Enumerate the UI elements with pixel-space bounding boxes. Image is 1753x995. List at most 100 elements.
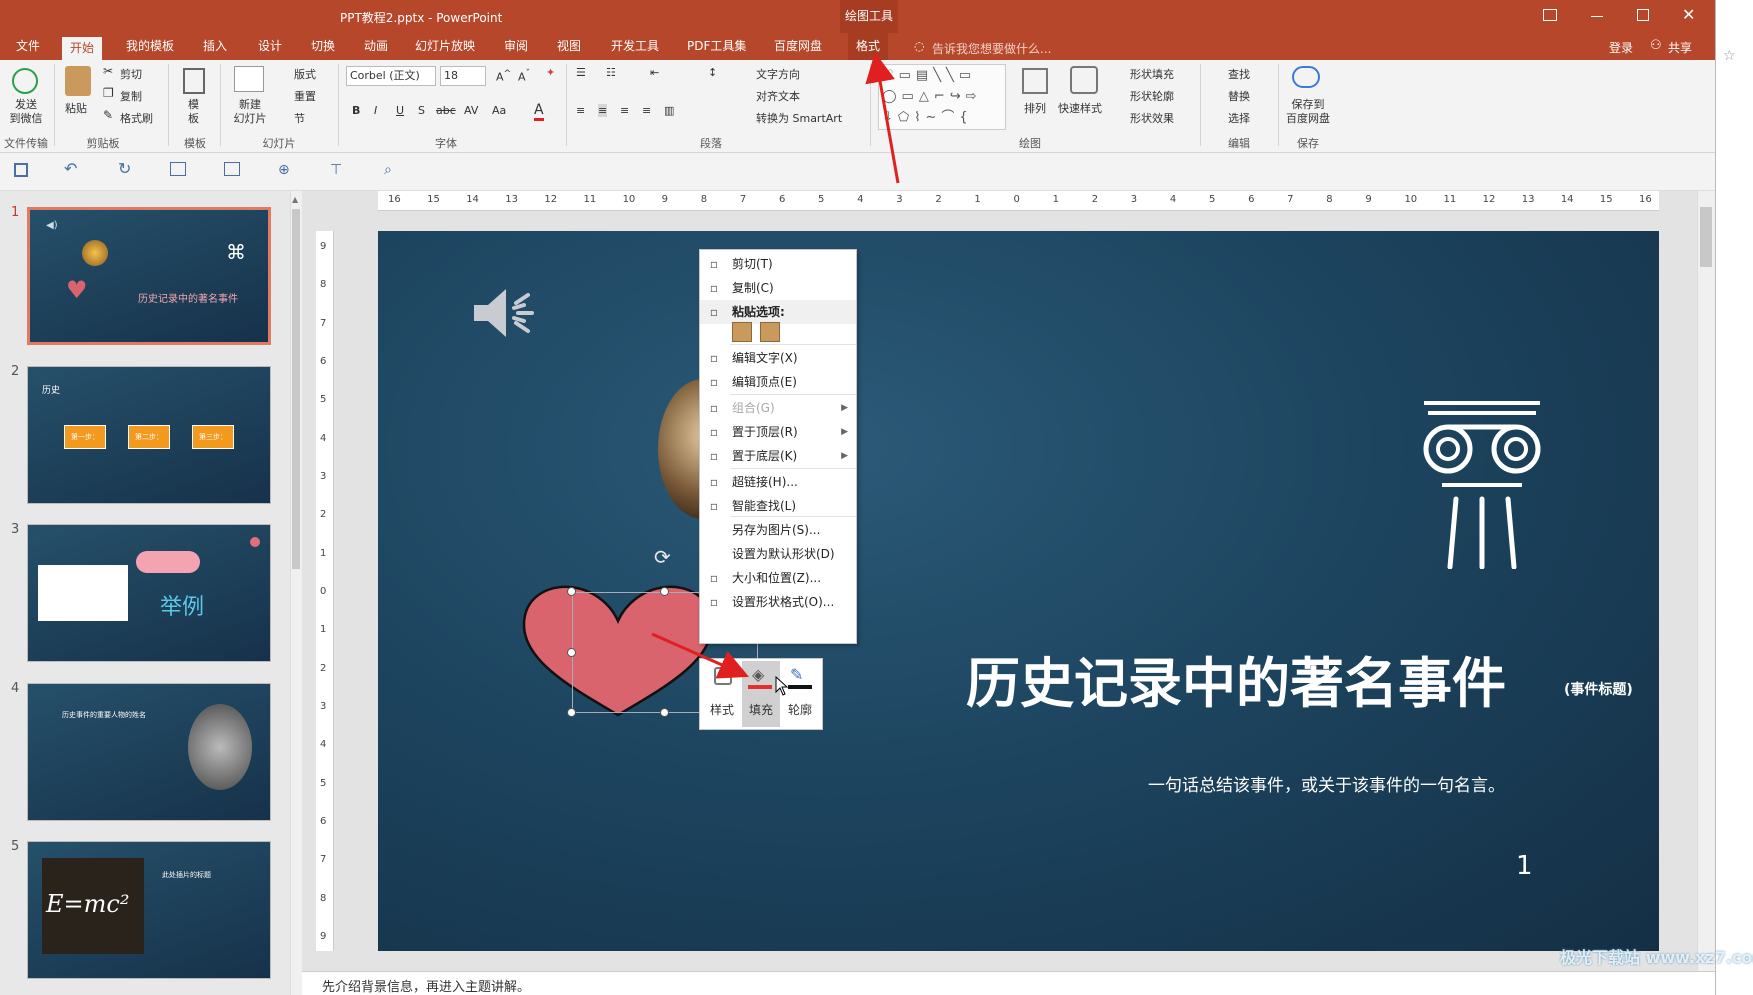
paste-keep-format-icon[interactable]	[732, 322, 752, 342]
find-button[interactable]: 查找	[1228, 66, 1250, 82]
start-show-icon[interactable]: ⊤	[330, 162, 342, 178]
align-left-icon[interactable]: ≡	[576, 104, 585, 117]
strikethrough-icon[interactable]: abc	[436, 104, 456, 117]
align-center-icon[interactable]: ≡	[598, 104, 608, 117]
char-spacing-icon[interactable]: AV	[464, 104, 478, 117]
shapes-gallery[interactable]: ♡▭▤╲╲▭ ◯▭△⌐↪⇨ ⇩⬠⌇∼⌒{	[878, 64, 1006, 130]
maximize-icon[interactable]	[1637, 9, 1649, 21]
cut-button[interactable]: 剪切	[120, 66, 142, 82]
format-painter-button[interactable]: 格式刷	[120, 110, 153, 126]
replace-button[interactable]: 替换	[1228, 88, 1250, 104]
slide-thumbnail-4[interactable]: 历史事件的重要人物的姓名	[27, 683, 271, 821]
resize-handle[interactable]	[567, 648, 576, 657]
indent-icon[interactable]: ⇤	[650, 66, 659, 79]
slide-sorter-icon[interactable]	[170, 162, 186, 176]
save-baidu-button[interactable]: 保存到 百度网盘	[1284, 98, 1332, 126]
notes-pane[interactable]: 先介绍背景信息，再进入主题讲解。	[302, 971, 1715, 995]
paste-picture-icon[interactable]	[760, 322, 780, 342]
style-button[interactable]: 样式	[704, 663, 740, 725]
tab-baidu[interactable]: 百度网盘	[766, 33, 830, 60]
justify-icon[interactable]: ≡	[642, 104, 651, 117]
menu-item[interactable]: ▫ 置于顶层(R) ▶	[700, 420, 856, 444]
tell-me-box[interactable]: 告诉我您想要做什么...	[932, 40, 1051, 57]
copy-button[interactable]: 复制	[120, 88, 142, 104]
numbering-icon[interactable]: ☷	[606, 66, 616, 79]
scroll-thumb[interactable]	[1700, 207, 1712, 267]
send-wechat-button[interactable]: 发送 到微信	[4, 98, 48, 126]
tab-format[interactable]: 格式	[848, 33, 889, 60]
arrange-button[interactable]: 排列	[1024, 100, 1046, 116]
shrink-font-icon[interactable]: Aˇ	[518, 68, 530, 84]
rotate-handle-icon[interactable]: ⟳	[654, 545, 671, 569]
speaker-icon[interactable]	[470, 283, 540, 343]
grow-font-icon[interactable]: A^	[496, 68, 511, 84]
italic-icon[interactable]: I	[374, 104, 377, 117]
menu-item[interactable]: ▫ 编辑文字(X)	[700, 346, 856, 370]
signin-link[interactable]: 登录	[1609, 39, 1633, 56]
font-color-icon[interactable]: A	[534, 102, 544, 121]
font-name-select[interactable]: Corbel (正文)	[346, 66, 436, 86]
slide-title[interactable]: 历史记录中的著名事件	[966, 639, 1506, 718]
preview-icon[interactable]: ⌕	[384, 162, 392, 178]
menu-item[interactable]: ▫ 置于底层(K) ▶	[700, 444, 856, 468]
align-right-icon[interactable]: ≡	[620, 104, 629, 117]
change-case-icon[interactable]: Aa	[492, 104, 506, 117]
slide-thumbnail-3[interactable]: 举例	[27, 524, 271, 662]
template-button[interactable]: 模 板	[188, 98, 199, 126]
notes-text[interactable]: 先介绍背景信息，再进入主题讲解。	[322, 976, 530, 995]
tab-animations[interactable]: 动画	[356, 33, 396, 60]
menu-item[interactable]: ▫ 超链接(H)...	[700, 470, 856, 494]
tab-transitions[interactable]: 切换	[303, 33, 343, 60]
slide-canvas[interactable]: ⟳ 历史记录中的著名事件 (事件标题) 一句话总结该事件，或关于该事件的一句名言…	[378, 231, 1659, 951]
presenter-icon[interactable]: ⊕	[278, 162, 290, 178]
slide-thumbnail-1[interactable]: ◀) ♥ ⌘ 历史记录中的著名事件	[27, 207, 271, 345]
text-direction-button[interactable]: 文字方向	[756, 66, 800, 82]
tab-slideshow[interactable]: 幻灯片放映	[407, 33, 483, 60]
align-text-button[interactable]: 对齐文本	[756, 88, 800, 104]
resize-handle[interactable]	[567, 587, 576, 596]
paste-button[interactable]: 粘贴	[65, 100, 87, 116]
quick-styles-button[interactable]: 快速样式	[1058, 100, 1102, 116]
redo-icon[interactable]: ↻	[118, 159, 131, 178]
layout-button[interactable]: 版式	[294, 66, 316, 82]
underline-icon[interactable]: U	[396, 104, 404, 117]
bold-icon[interactable]: B	[352, 104, 360, 117]
menu-item[interactable]: ▫ 大小和位置(Z)...	[700, 566, 856, 590]
menu-item[interactable]: 设置为默认形状(D)	[700, 542, 856, 566]
share-button[interactable]: 共享	[1668, 39, 1692, 56]
clear-format-icon[interactable]: ✦	[546, 66, 555, 79]
menu-item[interactable]: ▫ 复制(C)	[700, 276, 856, 300]
tab-design[interactable]: 设计	[250, 33, 290, 60]
tab-pdf[interactable]: PDF工具集	[679, 33, 754, 60]
text-box-icon[interactable]	[224, 162, 240, 176]
tab-home[interactable]: 开始	[62, 37, 103, 60]
menu-item[interactable]: ▫ 组合(G) ▶	[700, 396, 856, 420]
section-button[interactable]: 节	[294, 110, 305, 126]
resize-handle[interactable]	[660, 587, 669, 596]
save-icon[interactable]	[14, 163, 28, 177]
menu-item[interactable]: ▫ 编辑顶点(E)	[700, 370, 856, 394]
thumb-scrollbar[interactable]	[292, 209, 300, 569]
slide-thumbnail-2[interactable]: 历史 第一步： 第二步： 第三步：	[27, 366, 271, 504]
convert-smartart-button[interactable]: 转换为 SmartArt	[756, 110, 842, 126]
shape-fill-button[interactable]: 形状填充	[1130, 66, 1174, 82]
tab-file[interactable]: 文件	[8, 33, 48, 60]
vertical-scrollbar[interactable]	[1697, 191, 1715, 971]
slide-subtitle[interactable]: 一句话总结该事件，或关于该事件的一句名言。	[1148, 771, 1505, 796]
title-note[interactable]: (事件标题)	[1564, 679, 1633, 699]
menu-item[interactable]: ▫ 粘贴选项:	[700, 300, 856, 324]
menu-item[interactable]: ▫ 设置形状格式(O)...	[700, 590, 856, 614]
resize-handle[interactable]	[660, 708, 669, 717]
select-button[interactable]: 选择	[1228, 110, 1250, 126]
new-slide-button[interactable]: 新建 幻灯片	[228, 98, 272, 126]
close-icon[interactable]: ✕	[1682, 5, 1695, 24]
reset-button[interactable]: 重置	[294, 88, 316, 104]
menu-item[interactable]: ▫ 剪切(T)	[700, 252, 856, 276]
line-spacing-icon[interactable]: ↕	[708, 66, 717, 79]
resize-handle[interactable]	[567, 708, 576, 717]
slide-thumbnail-5[interactable]: E=mc² 此处插片的标题	[27, 841, 271, 979]
undo-icon[interactable]: ↶	[64, 159, 77, 178]
minimize-icon[interactable]	[1591, 16, 1603, 17]
font-size-select[interactable]: 18	[440, 66, 486, 86]
shadow-icon[interactable]: S	[418, 104, 425, 117]
